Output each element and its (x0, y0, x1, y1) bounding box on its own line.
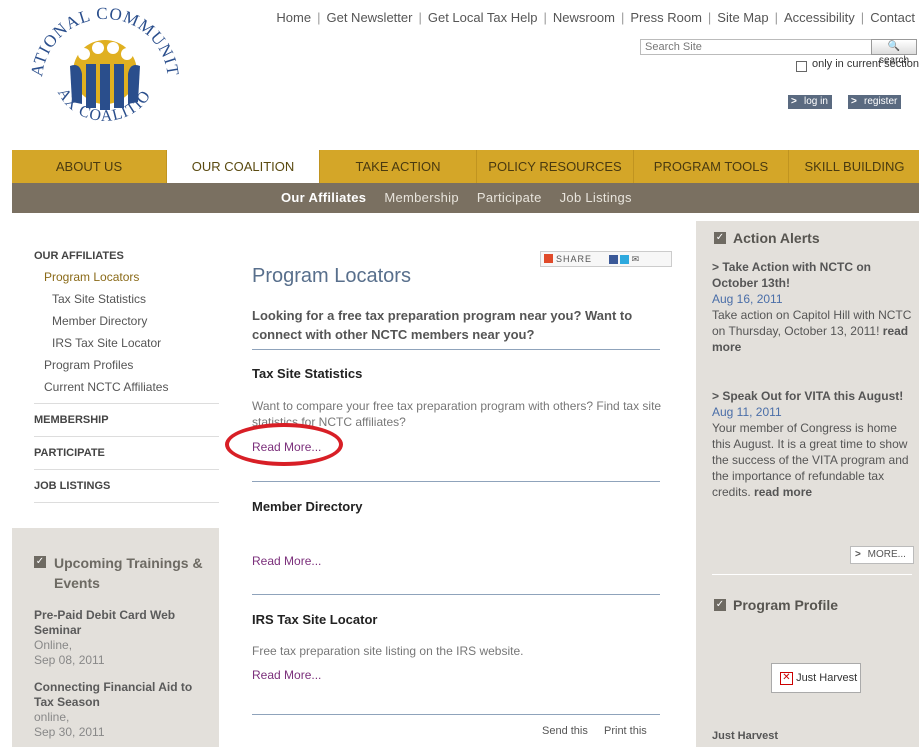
page-title: Program Locators (252, 265, 411, 287)
current-section-label: only in current section (812, 58, 919, 70)
section-heading-irs-tax-site-locator: IRS Tax Site Locator (252, 612, 378, 627)
logo-graphic: NATIONAL COMMUNITY TAX COALITION (13, 0, 181, 125)
nav-our-coalition[interactable]: OUR COALITION (167, 150, 320, 183)
program-profile-heading: Program Profile (733, 597, 839, 613)
sub-nav: Our Affiliates Membership Participate Job L… (12, 183, 919, 213)
more-alerts-button[interactable]: > MORE... (850, 546, 914, 564)
event-title[interactable]: Connecting Financial Aid to Tax Season (34, 680, 204, 710)
utility-nav: Home | Get Newsletter | Get Local Tax Help | N… (276, 10, 915, 25)
action-alert-item: > Speak Out for VITA this August! Aug 11… (712, 388, 912, 500)
topnav-home[interactable]: Home (276, 10, 311, 25)
leftnav-current-affiliates[interactable]: Current NCTC Affiliates (34, 376, 219, 403)
divider (252, 594, 660, 595)
divider (252, 349, 660, 350)
twitter-icon[interactable] (620, 255, 630, 265)
topnav-local-tax-help[interactable]: Get Local Tax Help (428, 10, 538, 25)
topnav-newsletter[interactable]: Get Newsletter (326, 10, 412, 25)
subnav-membership[interactable]: Membership (384, 190, 459, 205)
event-location: online, (34, 710, 70, 724)
arrow-right-icon: > (791, 96, 797, 107)
divider (252, 714, 660, 715)
nav-program-tools[interactable]: PROGRAM TOOLS (634, 150, 789, 183)
nav-skill-building[interactable]: SKILL BUILDING (789, 150, 919, 183)
broken-image-icon: ✕ (780, 671, 793, 685)
topnav-site-map[interactable]: Site Map (717, 10, 768, 25)
trainings-events-box: ✓ Upcoming Trainings & Events Pre-Paid D… (12, 528, 219, 747)
event-title[interactable]: Pre-Paid Debit Card Web Seminar (34, 608, 204, 638)
facebook-icon[interactable] (608, 255, 618, 265)
alert-text: Your member of Congress is home this Aug… (712, 421, 909, 499)
leftnav-member-directory[interactable]: Member Directory (34, 310, 219, 332)
checkbox-icon: ✓ (34, 556, 46, 568)
alert-text: Take action on Capitol Hill with NCTC on… (712, 308, 912, 354)
alert-date: Aug 16, 2011 (712, 292, 783, 306)
topnav-press-room[interactable]: Press Room (630, 10, 702, 25)
leftnav-program-profiles[interactable]: Program Profiles (34, 354, 219, 376)
topnav-contact[interactable]: Contact (870, 10, 915, 25)
leftnav-tax-site-statistics[interactable]: Tax Site Statistics (34, 288, 219, 310)
training-event[interactable]: Pre-Paid Debit Card Web Seminar Online, … (34, 608, 204, 668)
share-icon (544, 254, 553, 263)
leftnav-participate[interactable]: PARTICIPATE (34, 436, 219, 469)
nctc-logo[interactable]: NATIONAL COMMUNITY TAX COALITION (13, 0, 190, 134)
action-alert-item: > Take Action with NCTC on October 13th!… (712, 259, 912, 355)
left-sidebar-nav: OUR AFFILIATES Program Locators Tax Site… (34, 250, 219, 503)
checkbox-icon: ✓ (714, 599, 726, 611)
share-widget[interactable]: SHARE ✉ (540, 251, 672, 267)
event-date: Sep 08, 2011 (34, 653, 105, 667)
leftnav-program-locators[interactable]: Program Locators (34, 266, 219, 288)
training-event[interactable]: Connecting Financial Aid to Tax Season o… (34, 680, 204, 740)
section-heading-member-directory: Member Directory (252, 499, 363, 514)
topnav-accessibility[interactable]: Accessibility (784, 10, 855, 25)
nav-about-us[interactable]: ABOUT US (12, 150, 167, 183)
event-date: Sep 30, 2011 (34, 725, 105, 739)
topnav-newsroom[interactable]: Newsroom (553, 10, 615, 25)
search-button[interactable]: 🔍 search (871, 39, 917, 66)
login-button[interactable]: > log in (788, 95, 832, 109)
highlight-ellipse (225, 423, 343, 466)
nav-policy-resources[interactable]: POLICY RESOURCES (477, 150, 634, 183)
section-text: Free tax preparation site listing on the… (252, 644, 524, 658)
print-this-link[interactable]: Print this (604, 725, 647, 737)
register-button[interactable]: > register (848, 95, 902, 109)
alert-date: Aug 11, 2011 (712, 405, 782, 419)
page-intro: Looking for a free tax preparation progr… (252, 308, 633, 342)
current-section-checkbox[interactable] (796, 61, 807, 72)
search-input[interactable]: Search Site (640, 39, 875, 55)
alert-title-link[interactable]: > Take Action with NCTC on October 13th! (712, 259, 912, 291)
read-more-member-directory-link[interactable]: Read More... (252, 554, 321, 568)
event-location: Online, (34, 638, 73, 652)
alert-read-more-link[interactable]: read more (754, 485, 812, 499)
program-profile-image[interactable]: ✕ Just Harvest (771, 663, 861, 693)
action-alerts-heading: Action Alerts (733, 230, 820, 246)
arrow-right-icon: > (851, 547, 865, 563)
divider (252, 481, 660, 482)
checkbox-icon: ✓ (714, 232, 726, 244)
section-heading-tax-site-statistics: Tax Site Statistics (252, 366, 363, 381)
program-profile-title[interactable]: Just Harvest (712, 730, 778, 742)
send-this-link[interactable]: Send this (542, 725, 588, 737)
magnifier-icon: 🔍 (887, 41, 901, 52)
subnav-our-affiliates[interactable]: Our Affiliates (281, 190, 366, 205)
leftnav-heading[interactable]: OUR AFFILIATES (34, 250, 219, 266)
subnav-participate[interactable]: Participate (477, 190, 542, 205)
subnav-job-listings[interactable]: Job Listings (560, 190, 632, 205)
divider (712, 574, 912, 575)
leftnav-job-listings[interactable]: JOB LISTINGS (34, 469, 219, 503)
alert-title-link[interactable]: > Speak Out for VITA this August! (712, 388, 912, 404)
read-more-irs-tax-site-locator-link[interactable]: Read More... (252, 668, 321, 682)
leftnav-irs-tax-site-locator[interactable]: IRS Tax Site Locator (34, 332, 219, 354)
email-icon[interactable]: ✉ (632, 254, 640, 264)
arrow-right-icon: > (851, 96, 857, 107)
leftnav-membership[interactable]: MEMBERSHIP (34, 403, 219, 436)
trainings-heading: Upcoming Trainings & Events (54, 555, 203, 591)
main-nav: ABOUT US OUR COALITION TAKE ACTION POLIC… (12, 150, 919, 183)
nav-take-action[interactable]: TAKE ACTION (320, 150, 477, 183)
